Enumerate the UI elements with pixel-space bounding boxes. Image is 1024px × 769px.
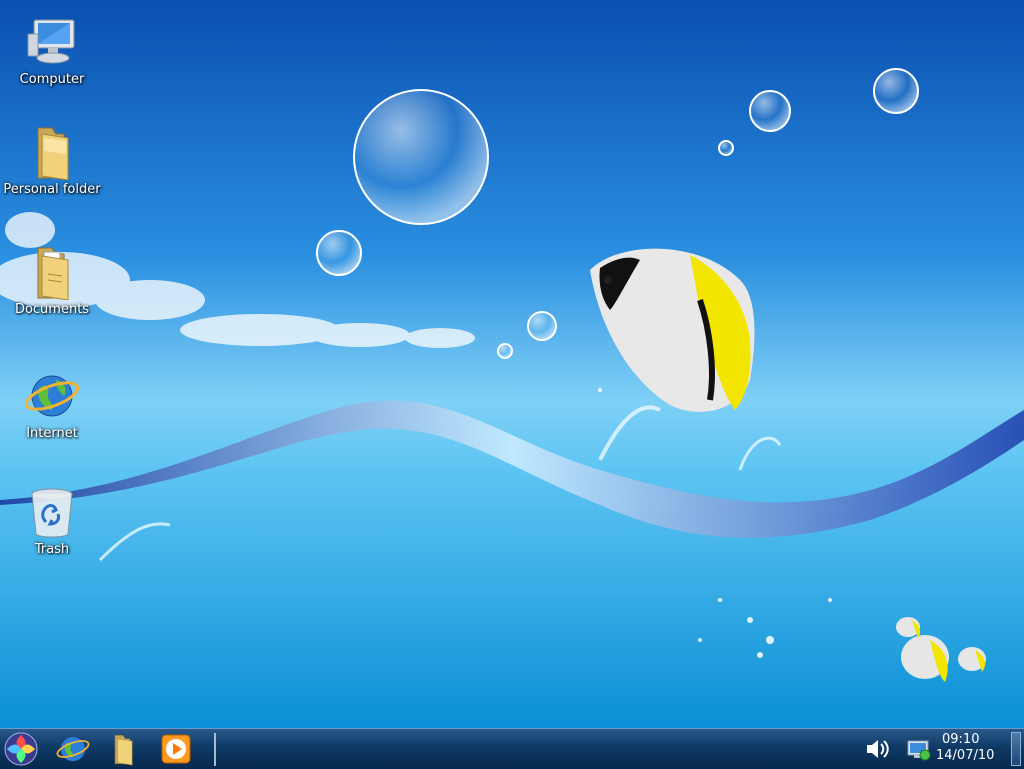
file-manager-icon — [114, 735, 133, 766]
tray-volume[interactable] — [858, 731, 896, 767]
desktop-icon-internet[interactable]: Internet — [0, 368, 104, 441]
desktop-icon-label: Personal folder — [3, 182, 101, 197]
desktop[interactable]: Computer Personal folder Documents Inter… — [0, 0, 1024, 728]
start-menu-button[interactable] — [2, 731, 40, 767]
desktop-icon-documents[interactable]: Documents — [0, 244, 104, 317]
taskbar-clock[interactable]: 09:10 14/07/10 — [936, 732, 1012, 764]
internet-globe-icon — [24, 375, 80, 417]
launcher-internet[interactable] — [54, 731, 92, 767]
media-player-icon — [161, 734, 191, 764]
folder-icon — [37, 127, 69, 180]
trash-icon — [31, 488, 73, 538]
desktop-icon-computer[interactable]: Computer — [0, 14, 104, 87]
computer-icon — [27, 19, 75, 64]
desktop-icon-label: Documents — [14, 302, 90, 317]
volume-icon — [867, 740, 889, 758]
tray-network[interactable] — [899, 731, 937, 767]
network-icon — [907, 740, 931, 761]
desktop-icon-label: Trash — [34, 542, 70, 557]
launcher-file-manager[interactable] — [104, 731, 142, 767]
desktop-icon-personal-folder[interactable]: Personal folder — [0, 124, 104, 197]
taskbar: 09:10 14/07/10 — [0, 728, 1024, 769]
clock-time: 09:10 — [942, 732, 980, 747]
clock-date: 14/07/10 — [936, 748, 995, 763]
internet-globe-icon — [56, 736, 90, 762]
start-menu-icon — [4, 732, 38, 766]
desktop-icon-trash[interactable]: Trash — [0, 484, 104, 557]
documents-folder-icon — [37, 247, 69, 300]
show-desktop-button[interactable] — [1011, 732, 1021, 766]
desktop-icon-label: Computer — [19, 72, 85, 87]
taskbar-separator — [214, 733, 216, 766]
wallpaper — [0, 0, 1024, 728]
launcher-media-player[interactable] — [157, 731, 195, 767]
desktop-icon-label: Internet — [26, 426, 78, 441]
